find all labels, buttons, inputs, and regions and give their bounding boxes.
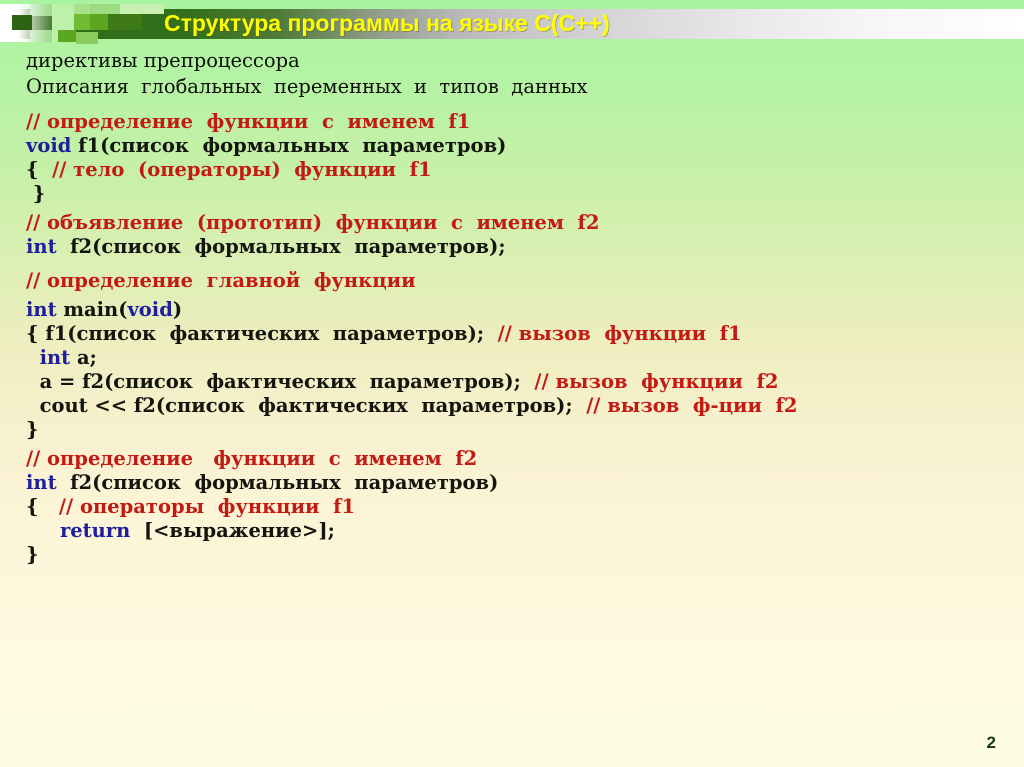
code-line: }: [0, 543, 1024, 567]
code-token-plain: }: [26, 418, 39, 441]
code-line: void f1(список формальных параметров): [0, 134, 1024, 158]
code-line: { // операторы функции f1: [0, 495, 1024, 519]
code-token-keyword: int: [26, 235, 57, 258]
code-token-keyword: int: [26, 471, 57, 494]
decor-square-g: [90, 4, 120, 14]
decor-square-j: [76, 32, 98, 44]
code-token-comment: // определение функции с именем f2: [26, 447, 478, 470]
code-lines: // определение функции с именем f1 void f…: [0, 110, 1024, 567]
code-token-plain: main(: [56, 298, 128, 321]
code-token-plain: f1(список формальных параметров): [71, 134, 507, 157]
code-token-keyword: void: [26, 134, 72, 157]
code-line: cout << f2(список фактических параметров…: [0, 394, 1024, 418]
decor-square-dark: [12, 15, 32, 30]
code-token-comment: // вызов ф-ции f2: [586, 394, 798, 417]
decor-square-i: [108, 14, 142, 30]
code-token-comment: // тело (операторы) функции f1: [45, 158, 432, 181]
title-banner: Структура программы на языке C(C++): [0, 4, 1024, 44]
code-token-comment: // вызов функции f2: [534, 370, 779, 393]
code-line: int main(void): [0, 298, 1024, 322]
code-token-plain: { f1(список фактических параметров);: [26, 322, 498, 345]
code-token-plain: cout << f2(список фактических параметров…: [26, 394, 587, 417]
page-number: 2: [986, 733, 996, 752]
prose-line: Описания глобальных переменных и типов д…: [26, 75, 588, 98]
code-token-comment: // определение главной функции: [26, 269, 416, 292]
decor-square-f: [58, 30, 76, 42]
code-token-plain: a;: [70, 346, 97, 369]
code-line: // определение функции с именем f1: [0, 110, 1024, 134]
code-line: { // тело (операторы) функции f1: [0, 158, 1024, 182]
code-token-plain: a = f2(список фактических параметров);: [26, 370, 535, 393]
code-line: }: [0, 182, 1024, 206]
code-token-plain: {: [26, 495, 59, 518]
code-token-keyword: int: [26, 346, 71, 369]
prose-line: директивы препроцессора: [26, 49, 300, 72]
code-line: { f1(список фактических параметров); // …: [0, 322, 1024, 346]
code-listing: директивы препроцессора Описания глобальн…: [0, 48, 1024, 567]
code-token-comment: // определение функции с именем f1: [26, 110, 471, 133]
code-token-plain: f2(список формальных параметров): [56, 471, 499, 494]
code-token-plain: }: [26, 182, 46, 205]
slide-canvas: Структура программы на языке C(C++) дире…: [0, 0, 1024, 767]
code-line: return [<выражение>];: [0, 519, 1024, 543]
code-line: // объявление (прототип) функции с имене…: [0, 211, 1024, 235]
slide-title: Структура программы на языке C(C++): [164, 10, 610, 36]
code-line: int f2(список формальных параметров);: [0, 235, 1024, 259]
decor-square-h: [90, 14, 108, 30]
code-token-plain: {: [26, 158, 46, 181]
prose-lines: директивы препроцессора Описания глобальн…: [0, 48, 1024, 100]
code-line: // определение функции с именем f2: [0, 447, 1024, 471]
code-token-comment: // операторы функции f1: [58, 495, 356, 518]
code-token-plain: }: [26, 543, 39, 566]
code-token-keyword: int: [26, 298, 57, 321]
code-token-keyword: void: [127, 298, 173, 321]
code-token-keyword: return: [26, 519, 131, 542]
code-line: int f2(список формальных параметров): [0, 471, 1024, 495]
decor-square-k: [120, 4, 164, 14]
code-token-comment: // вызов функции f1: [497, 322, 742, 345]
code-line: // определение главной функции: [0, 269, 1024, 293]
code-token-plain: ): [172, 298, 183, 321]
code-line: int a;: [0, 346, 1024, 370]
code-line: }: [0, 418, 1024, 442]
code-token-plain: f2(список формальных параметров);: [56, 235, 506, 258]
code-token-plain: [<выражение>];: [130, 519, 335, 542]
code-token-comment: // объявление (прототип) функции с имене…: [26, 211, 600, 234]
code-line: a = f2(список фактических параметров); /…: [0, 370, 1024, 394]
decor-square-d: [74, 4, 90, 14]
decor-square-e: [74, 14, 90, 30]
